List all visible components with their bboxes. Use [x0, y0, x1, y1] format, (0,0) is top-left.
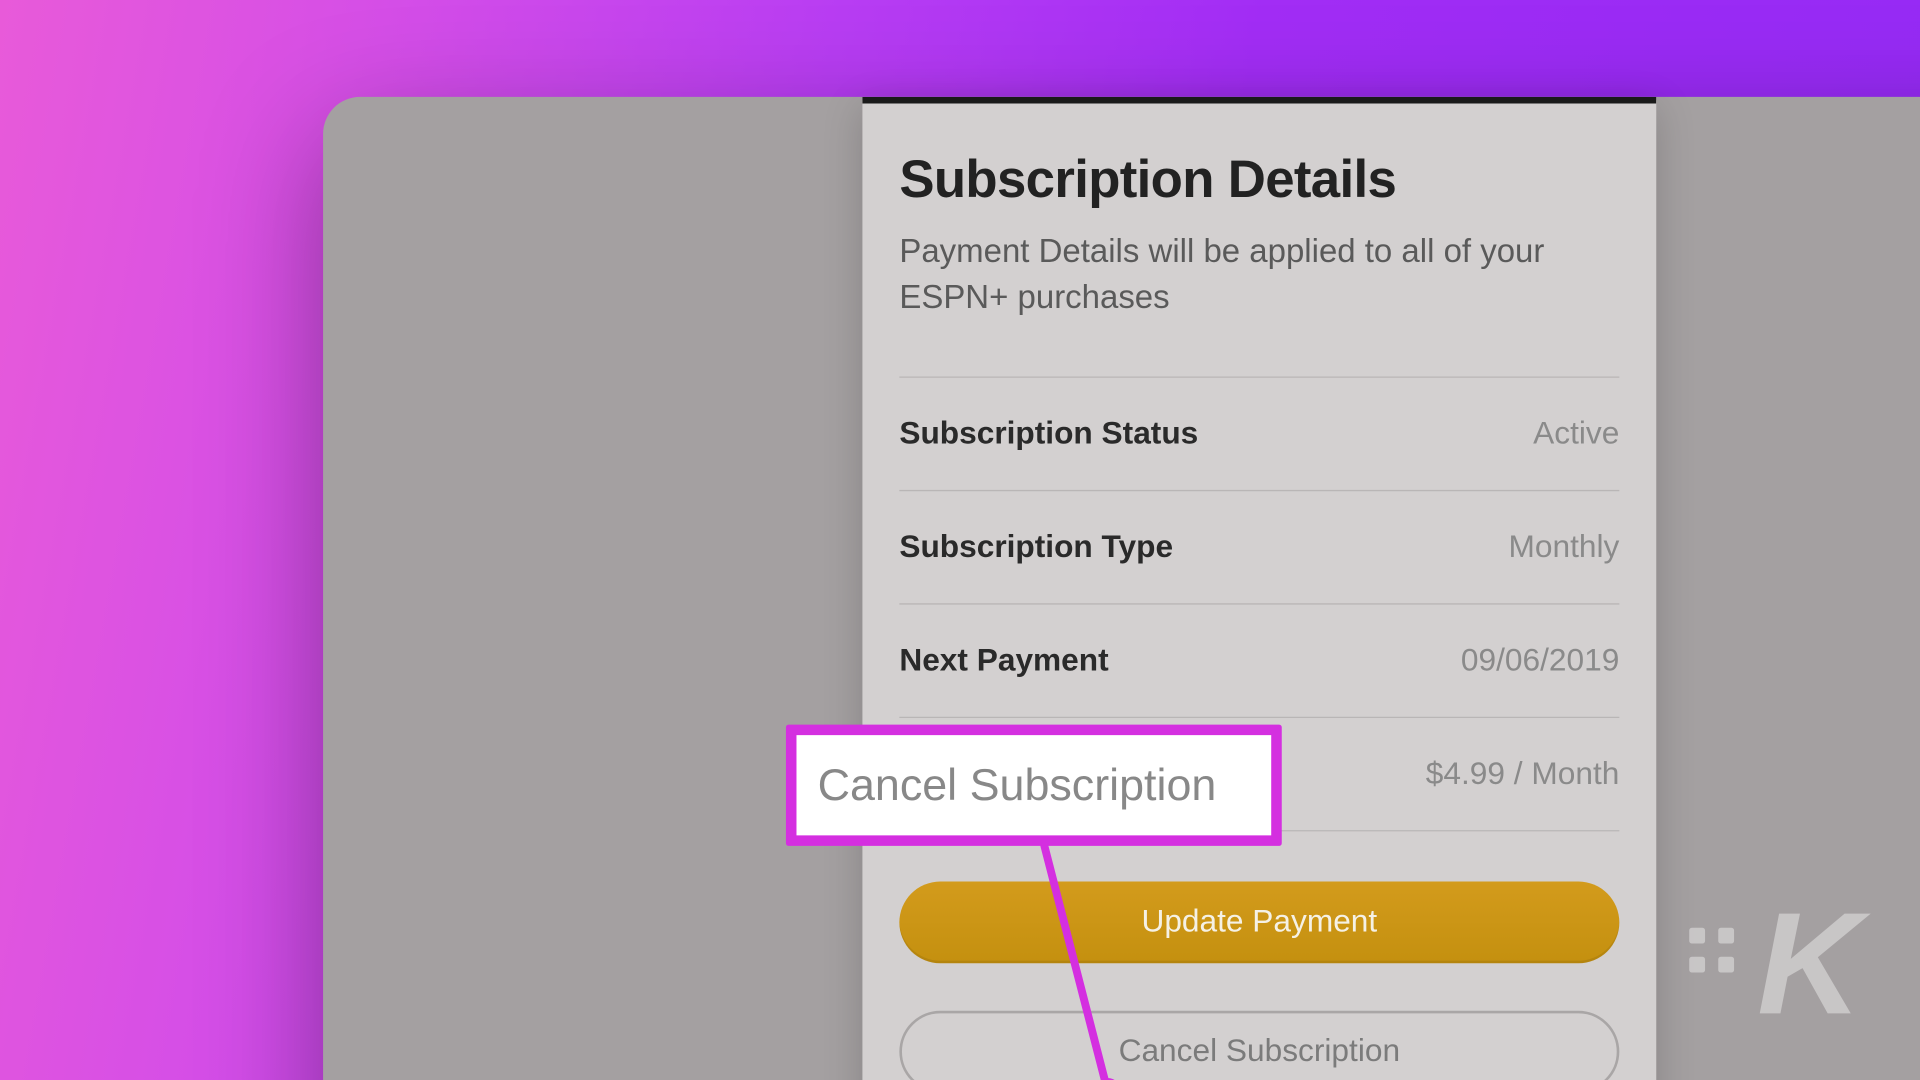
- sheet-content: Subscription Details Payment Details wil…: [862, 104, 1656, 1080]
- row-label: Subscription Type: [899, 529, 1173, 566]
- sheet-subtitle: Payment Details will be applied to all o…: [899, 229, 1619, 321]
- row-next-payment: Next Payment 09/06/2019: [899, 605, 1619, 718]
- row-label: Next Payment: [899, 642, 1108, 679]
- row-value: Active: [1533, 415, 1619, 452]
- update-payment-button[interactable]: Update Payment: [899, 882, 1619, 964]
- stage: Subscription Details Payment Details wil…: [0, 2, 1920, 1078]
- detail-rows: Subscription Status Active Subscription …: [899, 376, 1619, 831]
- row-label: Subscription Status: [899, 415, 1198, 452]
- subscription-sheet: Subscription Details Payment Details wil…: [862, 97, 1656, 1080]
- row-value: Monthly: [1509, 529, 1620, 566]
- row-value: $4.99 / Month: [1426, 756, 1620, 793]
- sheet-title: Subscription Details: [899, 151, 1619, 210]
- row-subscription-status: Subscription Status Active: [899, 378, 1619, 491]
- row-subscription-type: Subscription Type Monthly: [899, 491, 1619, 604]
- row-value: 09/06/2019: [1461, 642, 1619, 679]
- row-price: $4.99 / Month: [899, 718, 1619, 831]
- cancel-subscription-button[interactable]: Cancel Subscription: [899, 1011, 1619, 1080]
